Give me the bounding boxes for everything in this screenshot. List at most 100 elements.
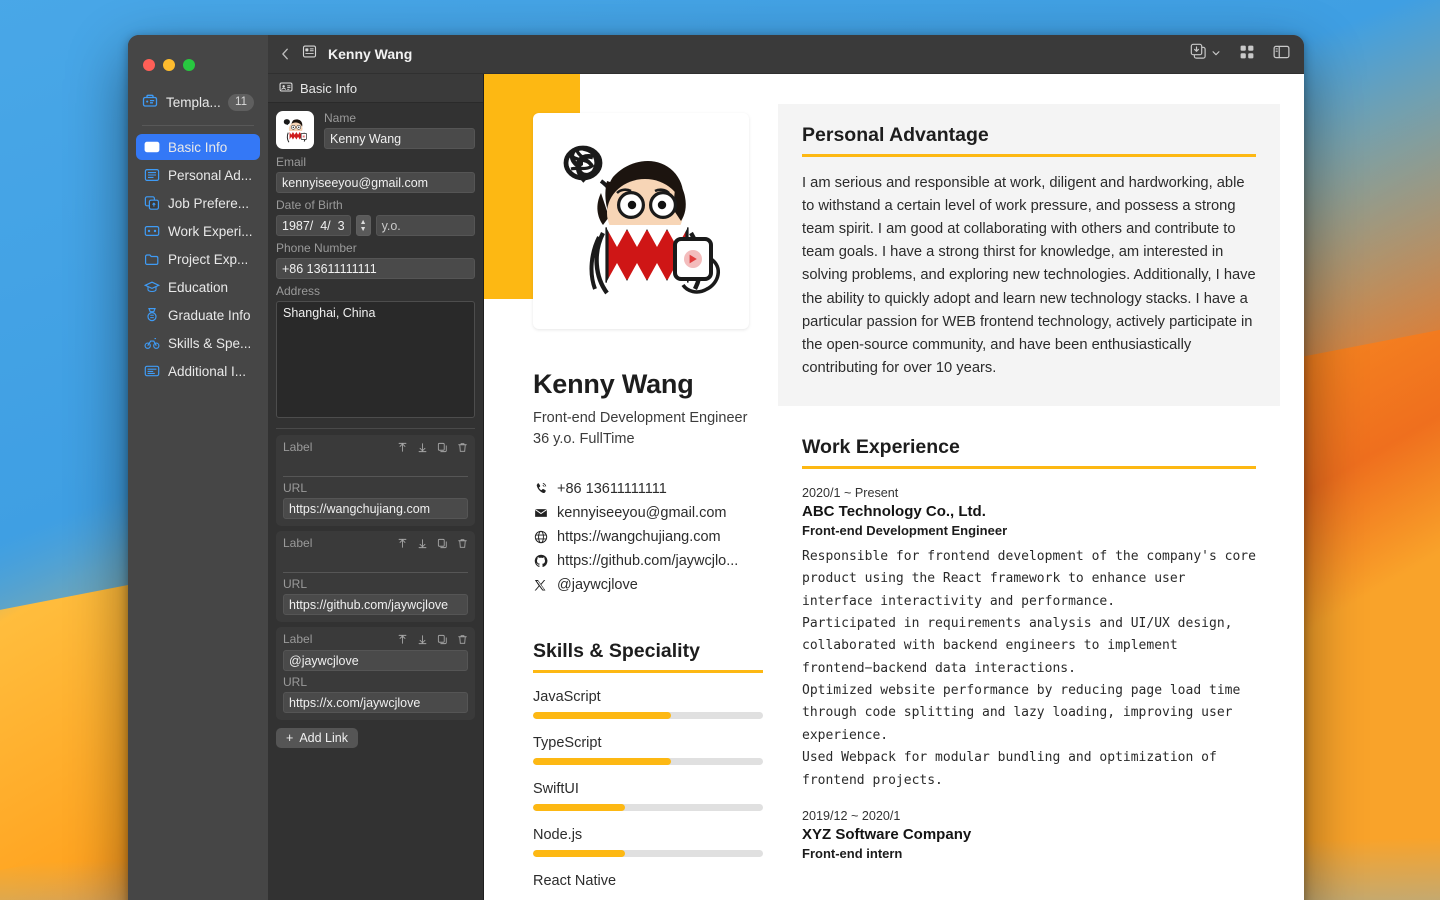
sidebar-divider xyxy=(142,125,254,126)
phone-icon xyxy=(533,482,548,496)
skill-item: JavaScript xyxy=(533,689,763,719)
duplicate-icon[interactable] xyxy=(437,538,448,549)
move-down-icon[interactable] xyxy=(417,538,428,549)
mail-icon xyxy=(533,506,548,520)
advantage-text: I am serious and responsible at work, di… xyxy=(802,174,1256,377)
chevron-up-icon: ▲ xyxy=(359,218,367,226)
phone-field-group: Phone Number +86 13611111111 xyxy=(276,241,475,279)
skill-item: React Native xyxy=(533,873,763,889)
age-input[interactable]: y.o. xyxy=(375,215,475,236)
resume-contact-list: +86 13611111111 kennyiseeyou@gmail.com h… xyxy=(533,481,774,593)
avatar-thumbnail[interactable] xyxy=(276,111,314,149)
add-link-button[interactable]: + Add Link xyxy=(276,728,358,748)
link-label-input[interactable]: @jaywcjlove xyxy=(283,650,468,671)
sidebar-label-job-preference: Job Prefere... xyxy=(168,195,250,211)
job-role: Front-end intern xyxy=(802,845,903,861)
job-entry: 2020/1 ~ Present ABC Technology Co., Ltd… xyxy=(802,486,1256,792)
form-panel-body: Name Kenny Wang Email kennyiseeyou@gmail… xyxy=(268,103,483,758)
sidebar-item-education[interactable]: Education xyxy=(136,274,260,300)
contact-website-text: https://wangchujiang.com xyxy=(557,529,721,546)
sidebar-label-project-experience: Project Exp... xyxy=(168,251,249,267)
export-button[interactable] xyxy=(1190,43,1221,65)
job-company: XYZ Software Company xyxy=(802,825,972,843)
sidebar-item-templates[interactable]: Templa... 11 xyxy=(136,89,260,116)
link-url-input[interactable]: https://x.com/jaywcjlove xyxy=(283,692,468,713)
grid-view-button[interactable] xyxy=(1239,44,1255,65)
templates-icon xyxy=(142,93,158,112)
contact-email-text: kennyiseeyou@gmail.com xyxy=(557,505,727,522)
sidebar-item-basic-info[interactable]: Basic Info xyxy=(136,134,260,160)
resume-name: Kenny Wang xyxy=(533,369,694,399)
form-panel-title: Basic Info xyxy=(300,80,358,96)
close-window-button[interactable] xyxy=(143,59,155,71)
work-card-icon xyxy=(143,223,160,239)
sidebar-templates-count: 11 xyxy=(228,94,254,111)
name-input[interactable]: Kenny Wang xyxy=(324,128,475,149)
email-label: Email xyxy=(276,155,307,169)
job-description: Responsible for frontend development of … xyxy=(802,548,1256,788)
email-input[interactable]: kennyiseeyou@gmail.com xyxy=(276,172,475,193)
bicycle-icon xyxy=(143,335,160,351)
form-panel-header: Basic Info xyxy=(268,74,483,103)
sidebar-item-skills-speciality[interactable]: Skills & Spe... xyxy=(136,330,260,356)
window-traffic-lights xyxy=(128,45,268,79)
move-up-icon[interactable] xyxy=(397,634,408,645)
contact-phone-text: +86 13611111111 xyxy=(557,481,667,498)
medal-icon xyxy=(143,307,160,323)
graduation-cap-icon xyxy=(143,279,160,295)
dob-stepper[interactable]: ▲ ▼ xyxy=(355,215,371,236)
delete-icon[interactable] xyxy=(457,634,468,645)
export-icon xyxy=(1190,43,1207,65)
name-field-group: Name Kenny Wang xyxy=(276,111,475,149)
duplicate-icon[interactable] xyxy=(437,634,448,645)
chevron-down-icon: ▼ xyxy=(359,225,367,233)
resume-meta: 36 y.o. FullTime xyxy=(533,430,635,447)
back-button[interactable] xyxy=(280,47,291,61)
link-url-caption: URL xyxy=(283,675,308,689)
minimize-window-button[interactable] xyxy=(163,59,175,71)
move-up-icon[interactable] xyxy=(397,538,408,549)
sidebar-item-personal-advantage[interactable]: Personal Ad... xyxy=(136,162,260,188)
phone-input[interactable]: +86 13611111111 xyxy=(276,258,475,279)
plus-icon: + xyxy=(286,731,294,745)
sidebar-label-basic-info: Basic Info xyxy=(168,139,228,155)
move-down-icon[interactable] xyxy=(417,634,428,645)
list-card-icon xyxy=(143,167,160,183)
link-label-caption: Label xyxy=(283,440,313,454)
link-card: Label URL https://github.com/jaywcjlove xyxy=(276,531,475,622)
sidebar-toggle-button[interactable] xyxy=(1273,44,1290,65)
sidebar-label-graduate-info: Graduate Info xyxy=(168,307,251,323)
move-up-icon[interactable] xyxy=(397,442,408,453)
dob-input[interactable]: 1987/ 4/ 3 xyxy=(276,215,351,236)
job-role: Front-end Development Engineer xyxy=(802,522,1008,538)
contact-x-text: @jaywcjlove xyxy=(557,577,638,594)
contact-row-website: https://wangchujiang.com xyxy=(533,529,774,545)
sidebar-item-graduate-info[interactable]: Graduate Info xyxy=(136,302,260,328)
skill-bar-track xyxy=(533,757,763,765)
delete-icon[interactable] xyxy=(457,538,468,549)
job-date: 2019/12 ~ 2020/1 xyxy=(802,808,901,823)
email-field-group: Email kennyiseeyou@gmail.com xyxy=(276,155,475,193)
link-url-input[interactable]: https://github.com/jaywcjlove xyxy=(283,594,468,615)
duplicate-icon[interactable] xyxy=(437,442,448,453)
sidebar-item-additional-info[interactable]: Additional I... xyxy=(136,358,260,384)
titlebar-title: Kenny Wang xyxy=(328,46,413,62)
maximize-window-button[interactable] xyxy=(183,59,195,71)
link-label-input[interactable] xyxy=(283,458,468,477)
titlebar: Kenny Wang xyxy=(268,35,1304,74)
link-url-input[interactable]: https://wangchujiang.com xyxy=(283,498,468,519)
move-down-icon[interactable] xyxy=(417,442,428,453)
link-label-caption: Label xyxy=(283,536,313,550)
delete-icon[interactable] xyxy=(457,442,468,453)
sidebar-item-project-experience[interactable]: Project Exp... xyxy=(136,246,260,272)
sidebar-item-job-preference[interactable]: Job Prefere... xyxy=(136,190,260,216)
sidebar-label-additional-info: Additional I... xyxy=(168,363,247,379)
name-label: Name xyxy=(324,111,357,125)
skill-bar-track xyxy=(533,849,763,857)
skill-item: SwiftUI xyxy=(533,781,763,811)
link-label-input[interactable] xyxy=(283,554,468,573)
skill-name: Node.js xyxy=(533,826,583,843)
address-textarea[interactable]: Shanghai, China xyxy=(276,301,475,418)
sidebar-item-work-experience[interactable]: Work Experi... xyxy=(136,218,260,244)
contact-row-email: kennyiseeyou@gmail.com xyxy=(533,505,774,521)
